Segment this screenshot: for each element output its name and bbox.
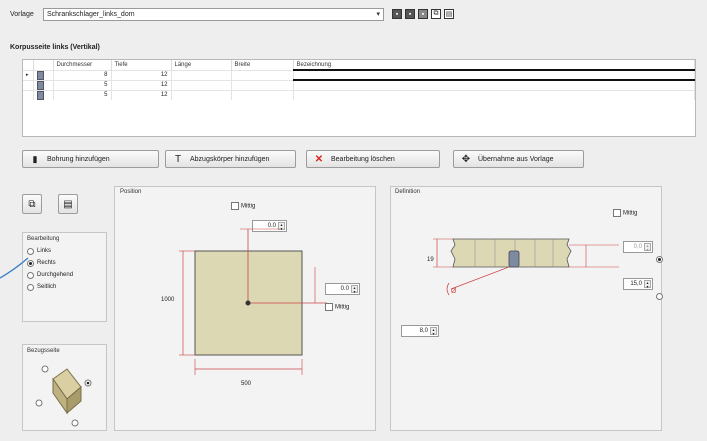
vorlage-select[interactable]: Schrankschlager_links_dom ▾ xyxy=(43,8,384,21)
mittig-right-checkbox[interactable]: Mittig xyxy=(325,303,349,311)
cell-bezeichnung[interactable] xyxy=(293,79,695,90)
col-laenge[interactable]: Länge xyxy=(171,60,232,70)
table-row[interactable]: 5 12 xyxy=(23,89,695,100)
cell-laenge[interactable] xyxy=(171,69,232,80)
definition-radio-a[interactable] xyxy=(656,256,663,263)
copy-icon[interactable]: ⧉ xyxy=(431,9,441,19)
paste-icon[interactable]: ▤ xyxy=(444,9,454,19)
cell-breite[interactable] xyxy=(231,89,294,100)
position-group: Position Mittig 0.0 ▴ ▾ 0.0 ▴ ▾ Mittig 100… xyxy=(114,186,376,431)
toolbar: ▪ ▪ ▪ ⧉ ▤ xyxy=(392,9,454,19)
cell-durchmesser[interactable]: 5 xyxy=(53,79,112,90)
bezugsseite-group: Bezugsseite xyxy=(22,344,107,431)
angle-icon: Ø xyxy=(451,288,457,295)
cell-durchmesser[interactable]: 5 xyxy=(53,89,112,100)
save-copy-icon[interactable]: ▪ xyxy=(418,9,428,19)
col-breite[interactable]: Breite xyxy=(231,60,294,70)
definition-value-c-input[interactable]: 8,0 ▴ ▾ xyxy=(401,325,439,337)
add-bore-label: Bohrung hinzufügen xyxy=(47,155,110,163)
cell-tiefe[interactable]: 12 xyxy=(111,69,172,80)
bore-icon: ▮ xyxy=(32,153,38,164)
thickness-label: 19 xyxy=(427,257,434,263)
bezugsseite-title: Bezugsseite xyxy=(27,348,60,354)
radio-links[interactable]: Links xyxy=(27,245,102,257)
delete-button[interactable]: ✕ Bearbeitung löschen xyxy=(306,150,440,168)
col-bezeichnung[interactable]: Bezeichnung xyxy=(293,60,695,70)
bore-color-swatch[interactable] xyxy=(36,70,44,80)
callout-line xyxy=(0,257,29,279)
definition-diagram xyxy=(433,238,619,296)
chevron-down-icon: ▾ xyxy=(376,11,380,18)
paste-icon: ▤ xyxy=(63,198,73,210)
cell-durchmesser[interactable]: 8 xyxy=(53,69,112,80)
delete-x-icon: ✕ xyxy=(314,153,324,165)
bore-table: Durchmesser Tiefe Länge Breite Bezeichnu… xyxy=(22,59,696,137)
save-icon[interactable]: ▪ xyxy=(392,9,402,19)
vorlage-value: Schrankschlager_links_dom xyxy=(47,11,135,18)
paste-settings-button[interactable]: ▤ xyxy=(58,194,78,214)
definition-value-a-input[interactable]: 0,0 ▴ ▾ xyxy=(623,241,653,253)
cell-tiefe[interactable]: 12 xyxy=(111,89,172,100)
bearbeitung-title: Bearbeitung xyxy=(27,236,60,242)
add-cut-button[interactable]: T Abzugskörper hinzufügen xyxy=(165,150,296,168)
add-bore-button[interactable]: ▮ Bohrung hinzufügen xyxy=(22,150,159,168)
reference-side-diagram xyxy=(35,365,92,427)
radio-seitlich[interactable]: Seitlich xyxy=(27,281,102,293)
take-over-button[interactable]: ✥ Übernahme aus Vorlage xyxy=(453,150,584,168)
delete-label: Bearbeitung löschen xyxy=(331,155,395,163)
copy-settings-button[interactable]: ⧉ xyxy=(22,194,42,214)
row-header-corner xyxy=(23,60,34,70)
position-right-input[interactable]: 0.0 ▴ ▾ xyxy=(325,283,360,295)
cell-laenge[interactable] xyxy=(171,79,232,90)
vorlage-label: Vorlage xyxy=(10,11,34,18)
cell-bezeichnung[interactable] xyxy=(293,69,695,81)
save-as-icon[interactable]: ▪ xyxy=(405,9,415,19)
add-cut-label: Abzugskörper hinzufügen xyxy=(190,155,270,163)
ref-radio-top[interactable] xyxy=(41,365,49,373)
gear-icon: ✥ xyxy=(461,153,471,165)
spinner-icon[interactable]: ▴ ▾ xyxy=(644,280,651,289)
definition-radio-b[interactable] xyxy=(656,293,663,300)
cell-breite[interactable] xyxy=(231,79,294,90)
ref-radio-left[interactable] xyxy=(35,399,43,407)
definition-group: Definition Mittig 19 0,0 ▴ ▾ 15,0 ▴ ▾ 8,0 … xyxy=(390,186,663,431)
radio-rechts[interactable]: Rechts xyxy=(27,257,102,269)
col-durchmesser[interactable]: Durchmesser xyxy=(53,60,112,70)
height-label: 1000 xyxy=(161,297,175,303)
cell-breite[interactable] xyxy=(231,69,294,80)
table-row[interactable]: 5 12 xyxy=(23,79,695,90)
bore-color-swatch[interactable] xyxy=(36,80,44,90)
width-label: 500 xyxy=(241,381,252,387)
bore-color-swatch[interactable] xyxy=(36,90,44,100)
table-row[interactable]: ▸ 8 12 xyxy=(23,69,695,81)
spinner-icon[interactable]: ▴ ▾ xyxy=(430,327,437,336)
cell-bezeichnung[interactable] xyxy=(293,89,695,100)
ref-radio-bottom[interactable] xyxy=(71,419,79,427)
bearbeitung-group: Bearbeitung Links Rechts Durchgehend Sei… xyxy=(22,232,107,322)
cell-laenge[interactable] xyxy=(171,89,232,100)
current-row-marker: ▸ xyxy=(23,69,34,80)
copy-icon: ⧉ xyxy=(28,198,36,210)
radio-durchgehend[interactable]: Durchgehend xyxy=(27,269,102,281)
section-title: Korpusseite links (Vertikal) xyxy=(10,44,100,51)
spinner-icon[interactable]: ▴ ▾ xyxy=(644,243,651,252)
spinner-icon[interactable]: ▴ ▾ xyxy=(351,285,358,294)
t-profile-icon: T xyxy=(174,153,182,165)
app-window: { "vorlage": { "label": "Vorlage", "valu… xyxy=(0,0,707,441)
definition-value-b-input[interactable]: 15,0 ▴ ▾ xyxy=(623,278,653,290)
take-over-label: Übernahme aus Vorlage xyxy=(478,155,554,163)
col-tiefe[interactable]: Tiefe xyxy=(111,60,172,70)
cell-tiefe[interactable]: 12 xyxy=(111,79,172,90)
